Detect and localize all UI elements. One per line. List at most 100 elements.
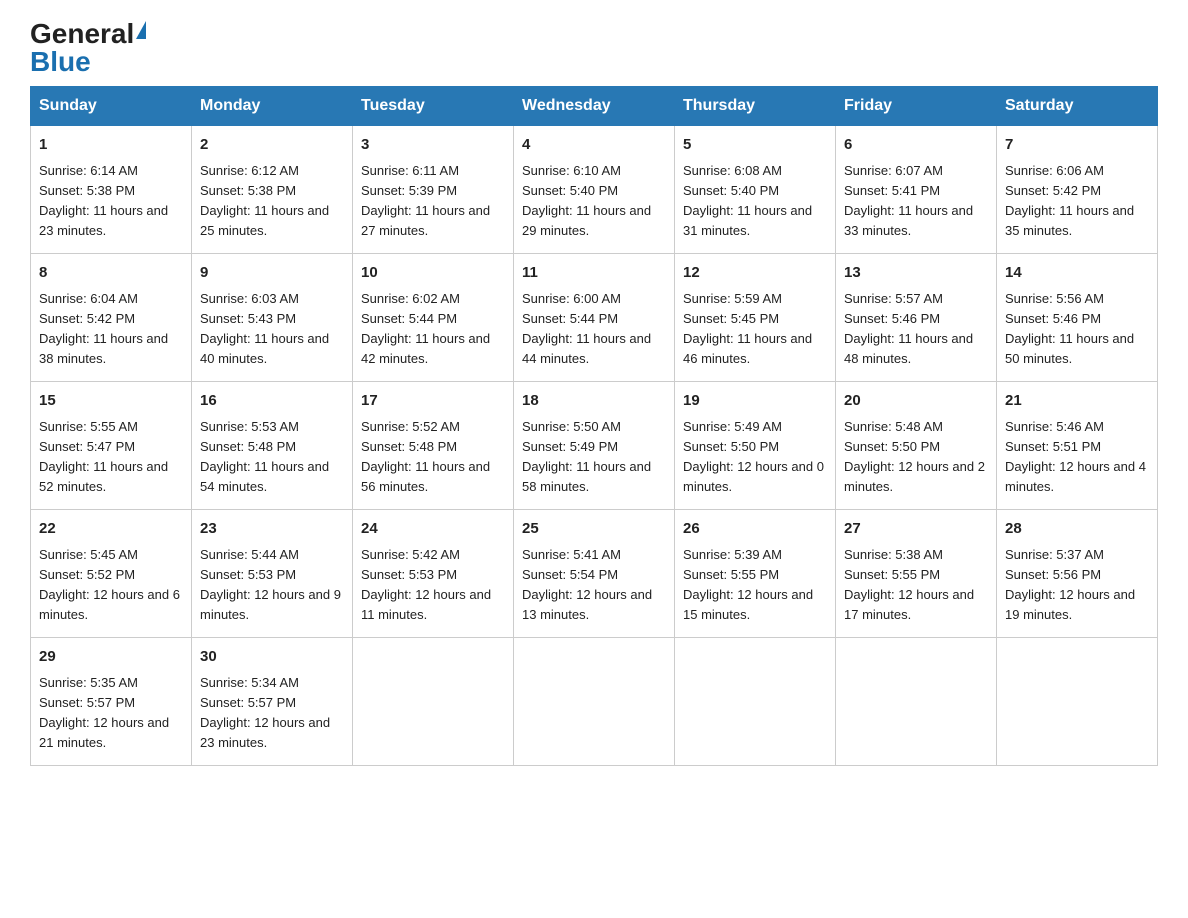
day-info: Sunrise: 6:00 AMSunset: 5:44 PMDaylight:… bbox=[522, 289, 666, 370]
calendar-day-cell: 27 Sunrise: 5:38 AMSunset: 5:55 PMDayligh… bbox=[836, 510, 997, 638]
calendar-week-row: 1 Sunrise: 6:14 AMSunset: 5:38 PMDaylight… bbox=[31, 126, 1158, 254]
calendar-week-row: 15 Sunrise: 5:55 AMSunset: 5:47 PMDayligh… bbox=[31, 382, 1158, 510]
day-number: 30 bbox=[200, 646, 344, 669]
day-info: Sunrise: 5:50 AMSunset: 5:49 PMDaylight:… bbox=[522, 417, 666, 498]
day-number: 15 bbox=[39, 390, 183, 413]
calendar-week-row: 29 Sunrise: 5:35 AMSunset: 5:57 PMDayligh… bbox=[31, 638, 1158, 766]
day-number: 11 bbox=[522, 262, 666, 285]
calendar-day-cell bbox=[514, 638, 675, 766]
calendar-day-cell: 21 Sunrise: 5:46 AMSunset: 5:51 PMDayligh… bbox=[997, 382, 1158, 510]
calendar-day-cell: 18 Sunrise: 5:50 AMSunset: 5:49 PMDayligh… bbox=[514, 382, 675, 510]
calendar-day-cell bbox=[353, 638, 514, 766]
day-number: 19 bbox=[683, 390, 827, 413]
day-info: Sunrise: 6:03 AMSunset: 5:43 PMDaylight:… bbox=[200, 289, 344, 370]
logo-text-general: General bbox=[30, 20, 134, 48]
calendar-body: 1 Sunrise: 6:14 AMSunset: 5:38 PMDaylight… bbox=[31, 126, 1158, 766]
weekday-header-thursday: Thursday bbox=[675, 87, 836, 126]
day-number: 12 bbox=[683, 262, 827, 285]
calendar-day-cell: 30 Sunrise: 5:34 AMSunset: 5:57 PMDayligh… bbox=[192, 638, 353, 766]
calendar-day-cell: 26 Sunrise: 5:39 AMSunset: 5:55 PMDayligh… bbox=[675, 510, 836, 638]
day-info: Sunrise: 6:10 AMSunset: 5:40 PMDaylight:… bbox=[522, 161, 666, 242]
day-number: 14 bbox=[1005, 262, 1149, 285]
day-number: 17 bbox=[361, 390, 505, 413]
day-number: 8 bbox=[39, 262, 183, 285]
calendar-table: SundayMondayTuesdayWednesdayThursdayFrid… bbox=[30, 86, 1158, 766]
day-info: Sunrise: 5:59 AMSunset: 5:45 PMDaylight:… bbox=[683, 289, 827, 370]
day-info: Sunrise: 5:48 AMSunset: 5:50 PMDaylight:… bbox=[844, 417, 988, 498]
day-number: 23 bbox=[200, 518, 344, 541]
day-info: Sunrise: 5:34 AMSunset: 5:57 PMDaylight:… bbox=[200, 673, 344, 754]
day-info: Sunrise: 5:38 AMSunset: 5:55 PMDaylight:… bbox=[844, 545, 988, 626]
day-number: 5 bbox=[683, 134, 827, 157]
calendar-day-cell: 4 Sunrise: 6:10 AMSunset: 5:40 PMDaylight… bbox=[514, 126, 675, 254]
day-number: 1 bbox=[39, 134, 183, 157]
day-info: Sunrise: 5:44 AMSunset: 5:53 PMDaylight:… bbox=[200, 545, 344, 626]
day-info: Sunrise: 5:56 AMSunset: 5:46 PMDaylight:… bbox=[1005, 289, 1149, 370]
weekday-header-wednesday: Wednesday bbox=[514, 87, 675, 126]
weekday-header-sunday: Sunday bbox=[31, 87, 192, 126]
day-number: 2 bbox=[200, 134, 344, 157]
calendar-day-cell: 25 Sunrise: 5:41 AMSunset: 5:54 PMDayligh… bbox=[514, 510, 675, 638]
day-info: Sunrise: 6:06 AMSunset: 5:42 PMDaylight:… bbox=[1005, 161, 1149, 242]
calendar-day-cell: 8Sunrise: 6:04 AMSunset: 5:42 PMDaylight… bbox=[31, 254, 192, 382]
weekday-header-row: SundayMondayTuesdayWednesdayThursdayFrid… bbox=[31, 87, 1158, 126]
day-number: 24 bbox=[361, 518, 505, 541]
day-number: 28 bbox=[1005, 518, 1149, 541]
day-number: 7 bbox=[1005, 134, 1149, 157]
day-info: Sunrise: 5:46 AMSunset: 5:51 PMDaylight:… bbox=[1005, 417, 1149, 498]
day-number: 10 bbox=[361, 262, 505, 285]
day-number: 27 bbox=[844, 518, 988, 541]
calendar-day-cell: 19 Sunrise: 5:49 AMSunset: 5:50 PMDayligh… bbox=[675, 382, 836, 510]
calendar-day-cell: 3Sunrise: 6:11 AMSunset: 5:39 PMDaylight… bbox=[353, 126, 514, 254]
calendar-day-cell: 16 Sunrise: 5:53 AMSunset: 5:48 PMDayligh… bbox=[192, 382, 353, 510]
day-info: Sunrise: 5:39 AMSunset: 5:55 PMDaylight:… bbox=[683, 545, 827, 626]
day-number: 22 bbox=[39, 518, 183, 541]
day-number: 18 bbox=[522, 390, 666, 413]
logo-triangle-icon bbox=[136, 21, 146, 39]
calendar-day-cell: 2 Sunrise: 6:12 AMSunset: 5:38 PMDaylight… bbox=[192, 126, 353, 254]
day-number: 16 bbox=[200, 390, 344, 413]
day-number: 13 bbox=[844, 262, 988, 285]
calendar-day-cell: 10 Sunrise: 6:02 AMSunset: 5:44 PMDayligh… bbox=[353, 254, 514, 382]
day-info: Sunrise: 6:08 AMSunset: 5:40 PMDaylight:… bbox=[683, 161, 827, 242]
day-number: 9 bbox=[200, 262, 344, 285]
calendar-day-cell: 9 Sunrise: 6:03 AMSunset: 5:43 PMDaylight… bbox=[192, 254, 353, 382]
weekday-header-monday: Monday bbox=[192, 87, 353, 126]
day-info: Sunrise: 5:45 AMSunset: 5:52 PMDaylight:… bbox=[39, 545, 183, 626]
calendar-week-row: 8Sunrise: 6:04 AMSunset: 5:42 PMDaylight… bbox=[31, 254, 1158, 382]
day-info: Sunrise: 6:12 AMSunset: 5:38 PMDaylight:… bbox=[200, 161, 344, 242]
day-info: Sunrise: 5:35 AMSunset: 5:57 PMDaylight:… bbox=[39, 673, 183, 754]
calendar-day-cell: 5 Sunrise: 6:08 AMSunset: 5:40 PMDaylight… bbox=[675, 126, 836, 254]
weekday-header-saturday: Saturday bbox=[997, 87, 1158, 126]
day-info: Sunrise: 5:55 AMSunset: 5:47 PMDaylight:… bbox=[39, 417, 183, 498]
calendar-day-cell: 7 Sunrise: 6:06 AMSunset: 5:42 PMDaylight… bbox=[997, 126, 1158, 254]
day-number: 21 bbox=[1005, 390, 1149, 413]
calendar-day-cell: 6Sunrise: 6:07 AMSunset: 5:41 PMDaylight… bbox=[836, 126, 997, 254]
calendar-day-cell bbox=[836, 638, 997, 766]
day-info: Sunrise: 6:02 AMSunset: 5:44 PMDaylight:… bbox=[361, 289, 505, 370]
calendar-day-cell bbox=[675, 638, 836, 766]
day-info: Sunrise: 5:57 AMSunset: 5:46 PMDaylight:… bbox=[844, 289, 988, 370]
calendar-day-cell: 22 Sunrise: 5:45 AMSunset: 5:52 PMDayligh… bbox=[31, 510, 192, 638]
calendar-day-cell: 13 Sunrise: 5:57 AMSunset: 5:46 PMDayligh… bbox=[836, 254, 997, 382]
page-header: General Blue bbox=[30, 20, 1158, 76]
day-number: 4 bbox=[522, 134, 666, 157]
calendar-day-cell: 28Sunrise: 5:37 AMSunset: 5:56 PMDayligh… bbox=[997, 510, 1158, 638]
day-info: Sunrise: 6:14 AMSunset: 5:38 PMDaylight:… bbox=[39, 161, 183, 242]
calendar-day-cell: 11 Sunrise: 6:00 AMSunset: 5:44 PMDayligh… bbox=[514, 254, 675, 382]
calendar-day-cell: 17Sunrise: 5:52 AMSunset: 5:48 PMDayligh… bbox=[353, 382, 514, 510]
day-number: 26 bbox=[683, 518, 827, 541]
day-number: 29 bbox=[39, 646, 183, 669]
day-info: Sunrise: 5:41 AMSunset: 5:54 PMDaylight:… bbox=[522, 545, 666, 626]
day-number: 6 bbox=[844, 134, 988, 157]
calendar-day-cell: 29 Sunrise: 5:35 AMSunset: 5:57 PMDayligh… bbox=[31, 638, 192, 766]
day-info: Sunrise: 5:53 AMSunset: 5:48 PMDaylight:… bbox=[200, 417, 344, 498]
calendar-day-cell: 23 Sunrise: 5:44 AMSunset: 5:53 PMDayligh… bbox=[192, 510, 353, 638]
day-number: 20 bbox=[844, 390, 988, 413]
calendar-week-row: 22 Sunrise: 5:45 AMSunset: 5:52 PMDayligh… bbox=[31, 510, 1158, 638]
day-number: 25 bbox=[522, 518, 666, 541]
calendar-day-cell: 24Sunrise: 5:42 AMSunset: 5:53 PMDayligh… bbox=[353, 510, 514, 638]
day-info: Sunrise: 5:49 AMSunset: 5:50 PMDaylight:… bbox=[683, 417, 827, 498]
calendar-day-cell bbox=[997, 638, 1158, 766]
calendar-day-cell: 12 Sunrise: 5:59 AMSunset: 5:45 PMDayligh… bbox=[675, 254, 836, 382]
